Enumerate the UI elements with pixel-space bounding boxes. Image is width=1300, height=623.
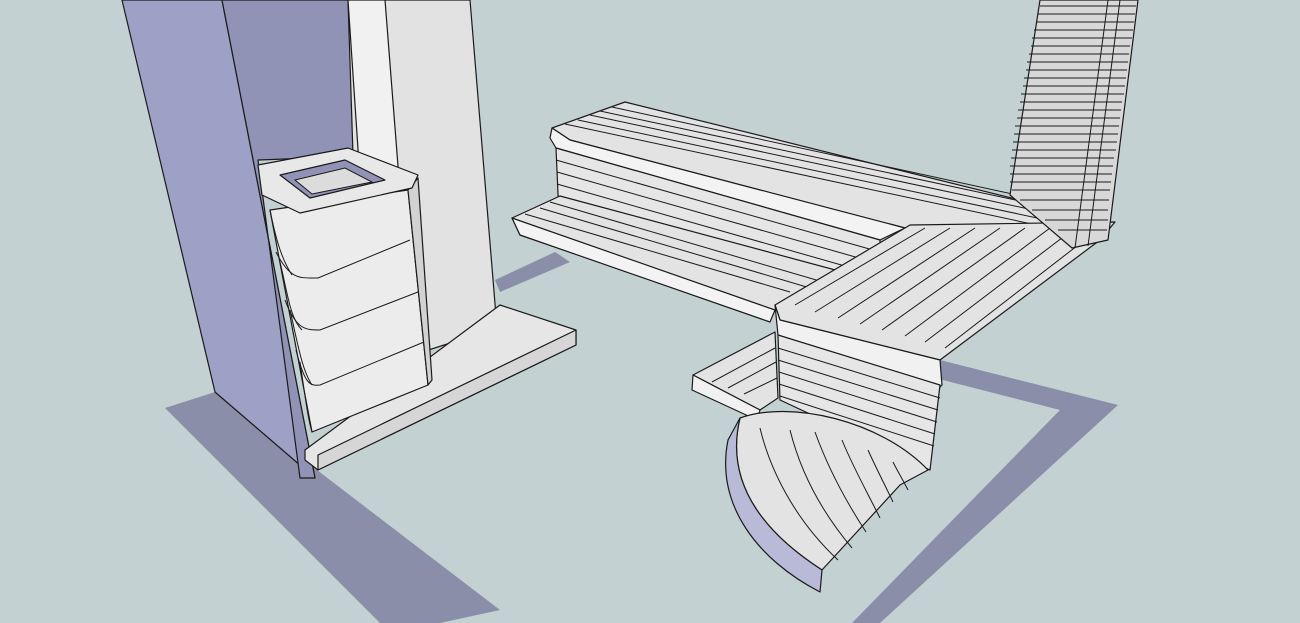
sauna-scene[interactable] — [0, 0, 1300, 623]
floor-shadow-back — [495, 252, 570, 292]
step-bench[interactable] — [691, 331, 779, 421]
chimney-flue[interactable] — [1009, 0, 1139, 249]
3d-model-viewport[interactable] — [0, 0, 1300, 623]
floor-shadow-left — [165, 392, 500, 623]
flue-body — [1009, 0, 1139, 249]
